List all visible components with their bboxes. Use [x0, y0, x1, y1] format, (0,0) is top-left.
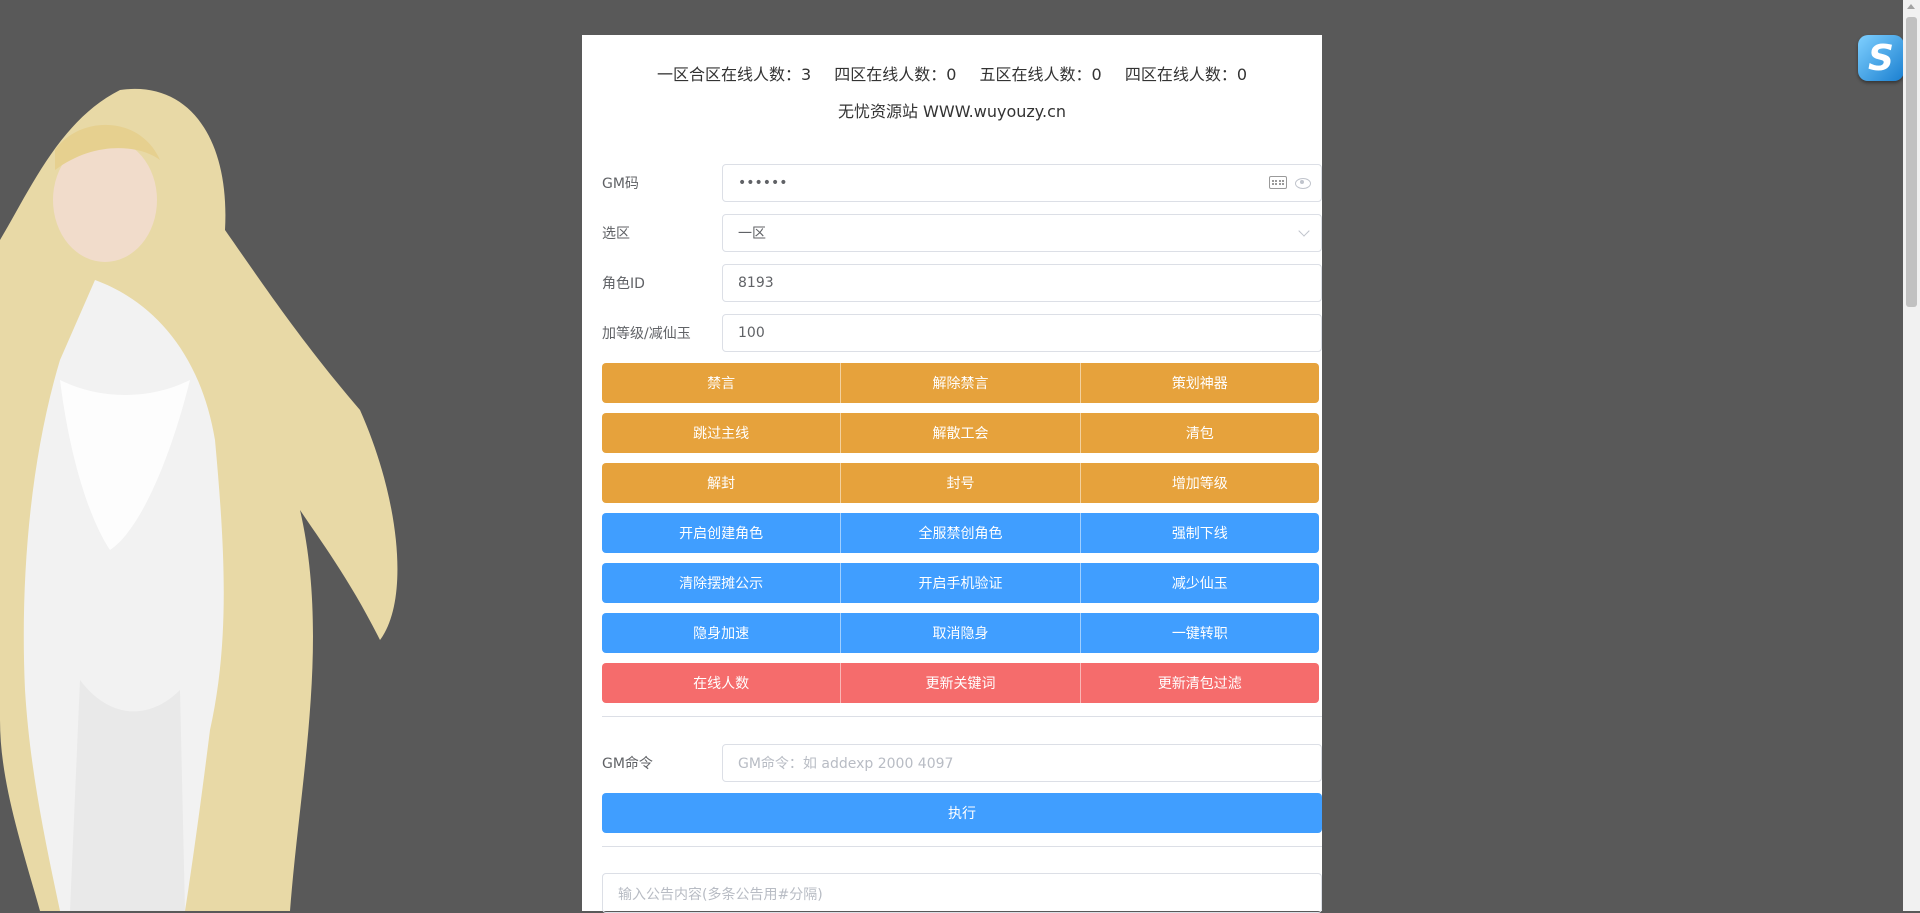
stat-zone5: 五区在线人数：0: [979, 65, 1102, 84]
reduce-jade-button[interactable]: 减少仙玉: [1080, 563, 1319, 603]
app-logo-icon[interactable]: S: [1858, 35, 1904, 81]
clear-bag-button[interactable]: 清包: [1080, 413, 1319, 453]
enable-create-role-button[interactable]: 开启创建角色: [602, 513, 842, 553]
clear-stall-notice-button[interactable]: 清除摆摊公示: [602, 563, 842, 603]
enable-phone-verify-button[interactable]: 开启手机验证: [841, 563, 1081, 603]
zone-row: 选区 一区: [602, 213, 1322, 253]
gm-form: GM码 •••••• 选区 一区 角色ID 8193 加等级/减仙玉 100 禁…: [602, 163, 1322, 913]
scroll-thumb[interactable]: [1906, 17, 1917, 307]
role-id-row: 角色ID 8193: [602, 263, 1322, 303]
scroll-up-arrow-icon[interactable]: [1907, 4, 1915, 9]
stat-zone4-b: 四区在线人数：0: [1124, 65, 1248, 84]
stealth-speed-button[interactable]: 隐身加速: [602, 613, 842, 653]
gm-code-input[interactable]: ••••••: [722, 164, 1322, 202]
panel-header: 一区合区在线人数：3 四区在线人数：0 五区在线人数：0 四区在线人数：0 无忧…: [582, 35, 1322, 153]
gm-code-row: GM码 ••••••: [602, 163, 1322, 203]
button-row-1: 禁言 解除禁言 策划神器: [602, 363, 1319, 403]
button-row-6: 隐身加速 取消隐身 一键转职: [602, 613, 1319, 653]
online-count-button[interactable]: 在线人数: [602, 663, 842, 703]
zone-label: 选区: [602, 226, 630, 242]
online-stats: 一区合区在线人数：3 四区在线人数：0 五区在线人数：0 四区在线人数：0: [582, 35, 1322, 85]
stat-zone4: 四区在线人数：0: [834, 65, 957, 84]
divider: [602, 716, 1322, 717]
site-title: 无忧资源站 WWW.wuyouzy.cn: [837, 102, 1067, 121]
one-click-job-change-button[interactable]: 一键转职: [1080, 613, 1319, 653]
role-id-input[interactable]: 8193: [722, 264, 1322, 302]
gm-code-label: GM码: [602, 176, 639, 192]
divider-2: [602, 846, 1322, 847]
update-keywords-button[interactable]: 更新关键词: [841, 663, 1081, 703]
gm-code-value: ••••••: [738, 175, 788, 191]
gm-panel: 一区合区在线人数：3 四区在线人数：0 五区在线人数：0 四区在线人数：0 无忧…: [582, 35, 1322, 913]
chevron-down-icon: [1298, 225, 1310, 237]
disable-create-role-button[interactable]: 全服禁创角色: [841, 513, 1081, 553]
stat-zone1: 一区合区在线人数：3: [656, 65, 812, 84]
notice-input[interactable]: 输入公告内容(多条公告用#分隔): [602, 873, 1322, 913]
force-offline-button[interactable]: 强制下线: [1080, 513, 1319, 553]
gm-command-label: GM命令: [602, 756, 653, 772]
amount-value: 100: [738, 325, 765, 341]
scrollbar[interactable]: [1903, 0, 1920, 911]
eye-icon[interactable]: [1295, 178, 1311, 189]
button-row-5: 清除摆摊公示 开启手机验证 减少仙玉: [602, 563, 1319, 603]
cancel-stealth-button[interactable]: 取消隐身: [841, 613, 1081, 653]
amount-input[interactable]: 100: [722, 314, 1322, 352]
execute-button[interactable]: 执行: [602, 793, 1322, 833]
button-row-4: 开启创建角色 全服禁创角色 强制下线: [602, 513, 1319, 553]
button-row-2: 跳过主线 解散工会 清包: [602, 413, 1319, 453]
update-bag-filter-button[interactable]: 更新清包过滤: [1080, 663, 1319, 703]
ban-button[interactable]: 封号: [841, 463, 1081, 503]
add-level-button[interactable]: 增加等级: [1080, 463, 1319, 503]
skip-main-quest-button[interactable]: 跳过主线: [602, 413, 842, 453]
unmute-button[interactable]: 解除禁言: [841, 363, 1081, 403]
gm-command-input[interactable]: GM命令：如 addexp 2000 4097: [722, 744, 1322, 782]
amount-label: 加等级/减仙玉: [602, 326, 691, 342]
amount-row: 加等级/减仙玉 100: [602, 313, 1322, 353]
character-artwork: [0, 80, 420, 911]
unban-button[interactable]: 解封: [602, 463, 842, 503]
disband-guild-button[interactable]: 解散工会: [841, 413, 1081, 453]
mute-button[interactable]: 禁言: [602, 363, 842, 403]
gm-command-placeholder: GM命令：如 addexp 2000 4097: [738, 756, 954, 772]
planner-artifact-button[interactable]: 策划神器: [1080, 363, 1319, 403]
app-logo-letter: S: [1868, 37, 1894, 79]
zone-select[interactable]: 一区: [722, 214, 1322, 252]
role-id-value: 8193: [738, 275, 774, 291]
notice-placeholder: 输入公告内容(多条公告用#分隔): [618, 887, 823, 903]
role-id-label: 角色ID: [602, 276, 645, 292]
button-row-3: 解封 封号 增加等级: [602, 463, 1319, 503]
zone-value: 一区: [738, 226, 766, 242]
gm-command-row: GM命令 GM命令：如 addexp 2000 4097: [602, 743, 1322, 783]
keyboard-icon[interactable]: [1269, 176, 1287, 189]
button-row-7: 在线人数 更新关键词 更新清包过滤: [602, 663, 1319, 703]
